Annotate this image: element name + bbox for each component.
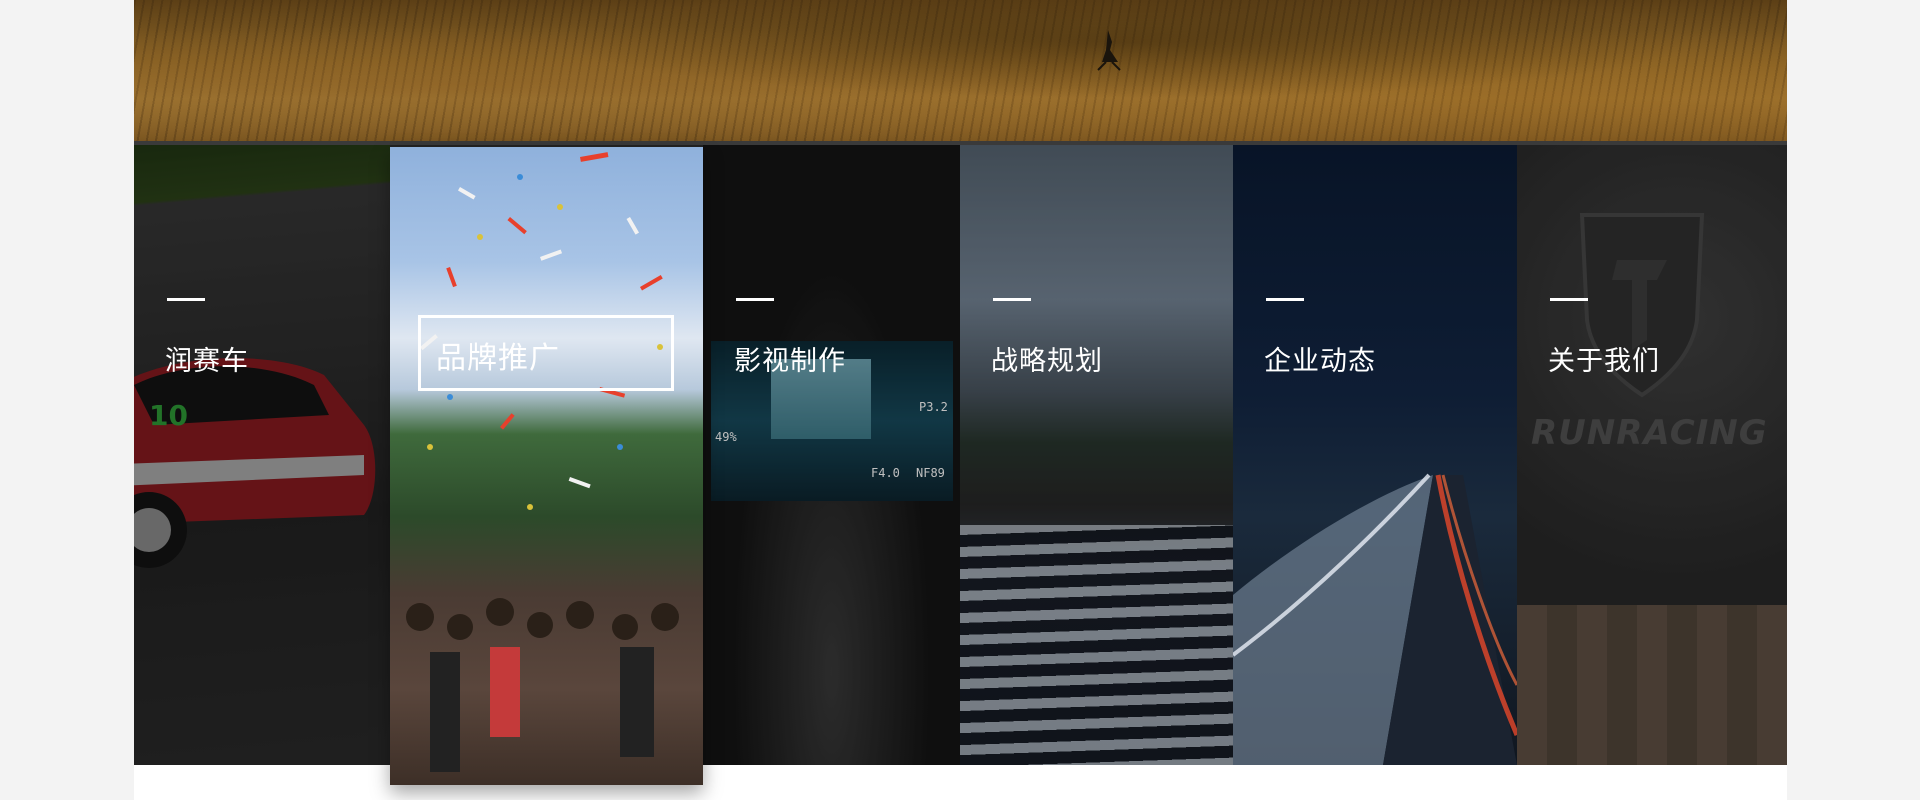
hero-banner-image [134,0,1787,141]
highway-light-trails-image [1233,473,1517,765]
menu-panel-qiye[interactable]: 企业动态 [1233,145,1517,765]
panel-dash [993,298,1031,301]
menu-panel-guanyu[interactable]: RUNRACING 关于我们 [1517,145,1787,765]
panel-dash [1550,298,1588,301]
panel-title: 战略规划 [991,346,1103,377]
menu-panel-pinpai[interactable]: 品牌推广 [390,147,703,785]
panel-dash [167,298,205,301]
panel-overlay [703,145,960,765]
juggling-crowd-image [406,152,679,772]
menu-panel-zhanlue[interactable]: 战略规划 [960,145,1233,765]
panel-dash [1266,298,1304,301]
bird-silhouette-icon [1097,30,1121,71]
panel-title: 品牌推广 [436,341,560,376]
panel-title: 关于我们 [1548,346,1660,377]
page-footer-space [134,765,1787,800]
panel-title: 润赛车 [165,346,249,377]
panel-dash [736,298,774,301]
page: 10 润赛车 品牌推广 P3.2 49% F4.0 NF89 影视制作 战略规划… [134,0,1787,800]
menu-panel-yingshi[interactable]: P3.2 49% F4.0 NF89 影视制作 [703,145,960,765]
panel-overlay [134,145,390,765]
panel-overlay [1517,145,1787,765]
panel-overlay [960,145,1233,765]
panel-title: 影视制作 [734,346,846,377]
menu-panel-runsaiche[interactable]: 10 润赛车 [134,145,390,765]
panel-title: 企业动态 [1264,346,1376,377]
